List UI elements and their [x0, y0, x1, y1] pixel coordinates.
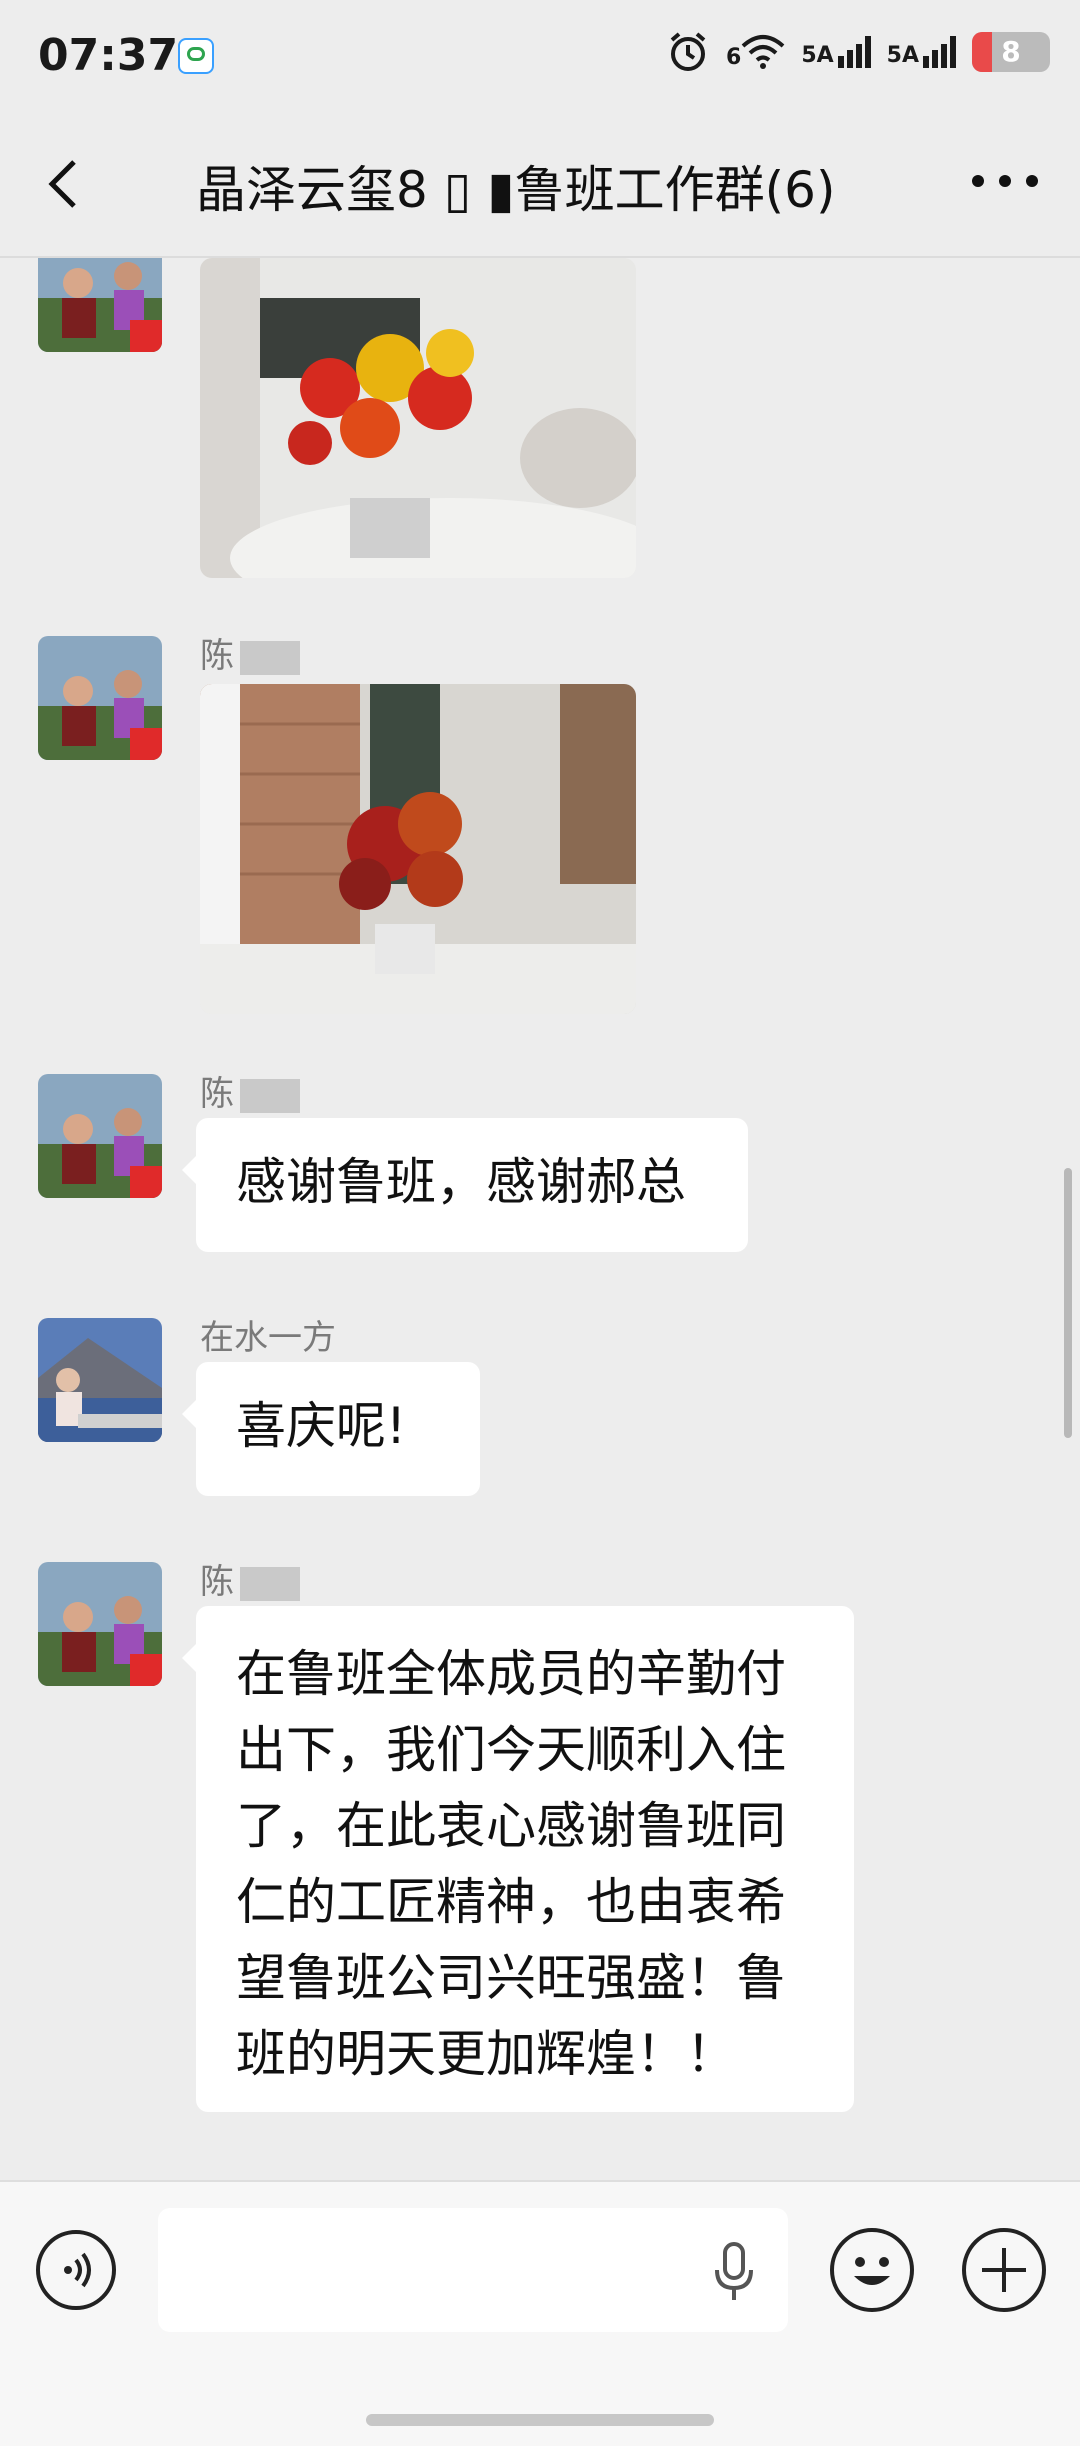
sender-name-text: 陈: [200, 1562, 234, 1602]
chevron-left-icon[interactable]: [40, 158, 88, 210]
signal-icon: [837, 36, 871, 68]
chat-header: 晶泽云玺8 ▯ ▮鲁班工作群(6): [0, 110, 1080, 258]
redacted-block: [240, 1078, 300, 1113]
home-indicator[interactable]: [366, 2414, 714, 2426]
emoji-icon[interactable]: [830, 2228, 914, 2312]
avatar[interactable]: [38, 1074, 162, 1198]
battery-level: 8: [1001, 35, 1021, 68]
status-icons: 6 5A 5A 8: [666, 30, 1050, 74]
avatar[interactable]: [38, 1318, 162, 1442]
microphone-icon[interactable]: [710, 2242, 758, 2302]
status-bar: 07:37 6 5A 5A 8: [0, 0, 1080, 110]
wifi-icon: [741, 35, 785, 69]
battery-icon: 8: [972, 32, 1050, 72]
signal-label-2: 5A: [886, 43, 919, 68]
sender-name: 在水一方: [200, 1318, 336, 1358]
redacted-block: [240, 1566, 300, 1601]
image-message[interactable]: [200, 258, 636, 578]
text-bubble[interactable]: 感谢鲁班，感谢郝总: [182, 1118, 748, 1252]
text-bubble[interactable]: 喜庆呢!: [182, 1362, 480, 1496]
wifi-status: 6: [726, 34, 785, 70]
app-notification-icon: [178, 38, 214, 74]
avatar[interactable]: [38, 636, 162, 760]
voice-mode-icon[interactable]: [36, 2230, 116, 2310]
avatar[interactable]: [38, 258, 162, 352]
clock-time: 07:37: [38, 30, 179, 81]
chat-title: 晶泽云玺8 ▯ ▮鲁班工作群(6): [196, 161, 836, 219]
redacted-block: [240, 640, 300, 675]
wifi-label: 6: [726, 45, 742, 70]
image-message[interactable]: [200, 684, 636, 1014]
plus-icon[interactable]: [962, 2228, 1046, 2312]
sender-name-text: 陈: [200, 636, 234, 676]
text-bubble[interactable]: 在鲁班全体成员的辛勤付出下，我们今天顺利入住了，在此衷心感谢鲁班同仁的工匠精神，…: [182, 1606, 854, 2112]
signal-label-1: 5A: [801, 43, 834, 68]
alarm-icon: [670, 32, 706, 71]
signal-status-1: 5A: [801, 36, 871, 68]
message-input[interactable]: [158, 2208, 788, 2332]
more-dots-icon[interactable]: [970, 166, 1040, 196]
scrollbar[interactable]: [1064, 1168, 1072, 1438]
message-list[interactable]: 陈 陈 感谢鲁班，感谢郝总 在水一方 喜庆呢! 陈 在鲁班全体成员的辛勤付出下，…: [0, 258, 1080, 2178]
signal-status-2: 5A: [887, 36, 956, 68]
sender-name: 陈: [200, 628, 300, 677]
sender-name: 陈: [200, 1066, 300, 1115]
signal-icon: [923, 36, 956, 68]
avatar[interactable]: [38, 1562, 162, 1686]
input-bar: [0, 2180, 1080, 2446]
sender-name-text: 陈: [200, 1074, 234, 1114]
sender-name: 陈: [200, 1554, 300, 1603]
